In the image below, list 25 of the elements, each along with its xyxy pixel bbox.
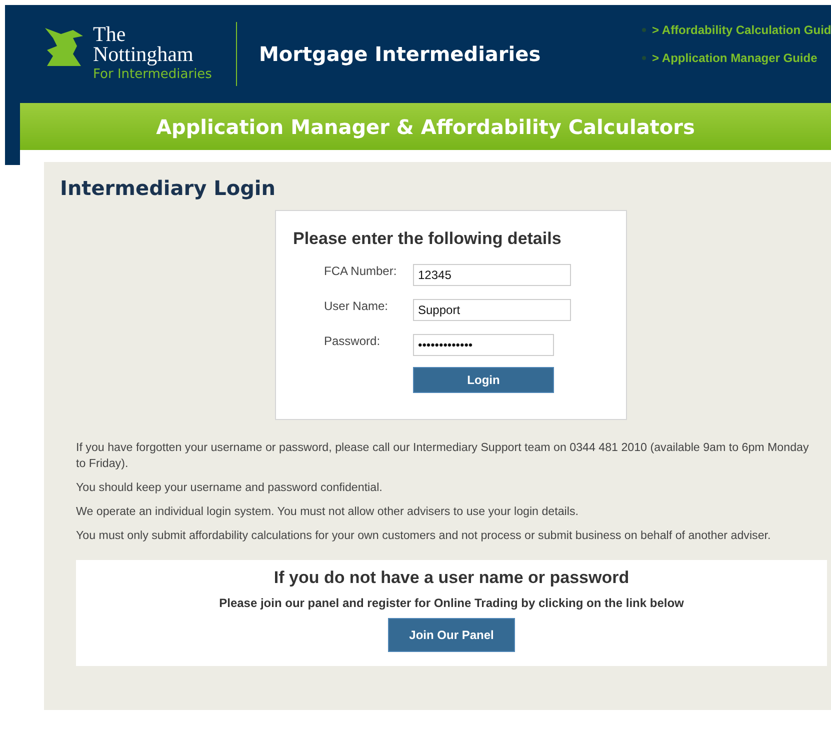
banner-title: Application Manager & Affordability Calculators	[156, 114, 695, 138]
logo-text: The	[93, 24, 127, 44]
logo-text: Nottingham	[93, 44, 194, 64]
field-label: FCA Number:	[324, 264, 398, 278]
page-title: Intermediary Login	[60, 176, 276, 200]
info-paragraph: You should keep your username and password confidential.	[76, 480, 384, 496]
input-field[interactable]: 12345	[413, 264, 571, 286]
bullet-icon	[642, 28, 646, 32]
register-heading: If you do not have a user name or password	[274, 568, 630, 588]
field-label: User Name:	[324, 298, 390, 312]
guide-link[interactable]: > Application Manager Guide	[652, 51, 818, 65]
logo-subtitle: For Intermediaries	[93, 66, 212, 84]
register-text: Please join our panel and register for Online Trading by clicking on the link below	[219, 596, 684, 610]
login-button[interactable]: Login	[413, 366, 554, 392]
bullet-icon	[642, 56, 646, 60]
input-field[interactable]: Support	[413, 298, 571, 320]
join-panel-button[interactable]: Join Our Panel	[388, 618, 515, 652]
info-paragraph: We operate an individual login system. You must not allow other advisers to use your login details.	[76, 504, 580, 520]
info-paragraph: You must only submit affordability calculations for your own customers and not process or submit business on behalf of another adviser.	[76, 528, 772, 544]
guide-link[interactable]: > Affordability Calculation Guid	[652, 23, 831, 37]
site-title: Mortgage Intermediaries	[258, 42, 541, 66]
info-paragraph: If you have forgotten your username or password, please call our Intermediary Support team on 0344 481 2010 (available 9am to 6pm Monday to Friday).	[76, 440, 810, 472]
login-heading: Please enter the following details	[293, 229, 562, 249]
field-label: Password:	[324, 334, 382, 348]
password-field[interactable]: •••••••••••••	[413, 334, 554, 356]
